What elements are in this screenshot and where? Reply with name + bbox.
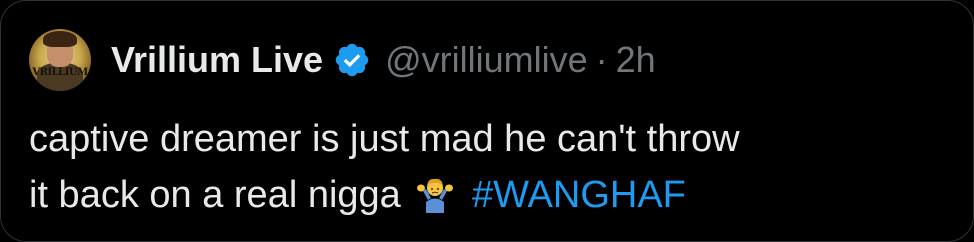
author-handle[interactable]: @vrilliumlive xyxy=(385,39,588,81)
tweet-text: captive dreamer is just mad he can't thr… xyxy=(29,111,929,223)
avatar-hair xyxy=(43,31,77,47)
tweet-timestamp[interactable]: 2h xyxy=(616,39,656,81)
verified-badge-icon xyxy=(335,43,369,77)
avatar-logo-text: VRILLIUM xyxy=(32,67,88,78)
avatar[interactable]: VRILLIUM xyxy=(29,29,91,91)
tweet-text-line-1: captive dreamer is just mad he can't thr… xyxy=(29,118,740,160)
tweet-text-line-2: it back on a real nigga xyxy=(29,174,401,216)
tweet-card[interactable]: VRILLIUM Vrillium Live @vrilliumlive · 2… xyxy=(0,0,974,242)
person-shrugging-icon xyxy=(417,178,454,213)
hashtag-link[interactable]: #WANGHAF xyxy=(472,174,686,216)
author-name[interactable]: Vrillium Live xyxy=(111,39,323,81)
tweet-header: VRILLIUM Vrillium Live @vrilliumlive · 2… xyxy=(29,25,656,95)
separator-dot: · xyxy=(595,39,608,80)
